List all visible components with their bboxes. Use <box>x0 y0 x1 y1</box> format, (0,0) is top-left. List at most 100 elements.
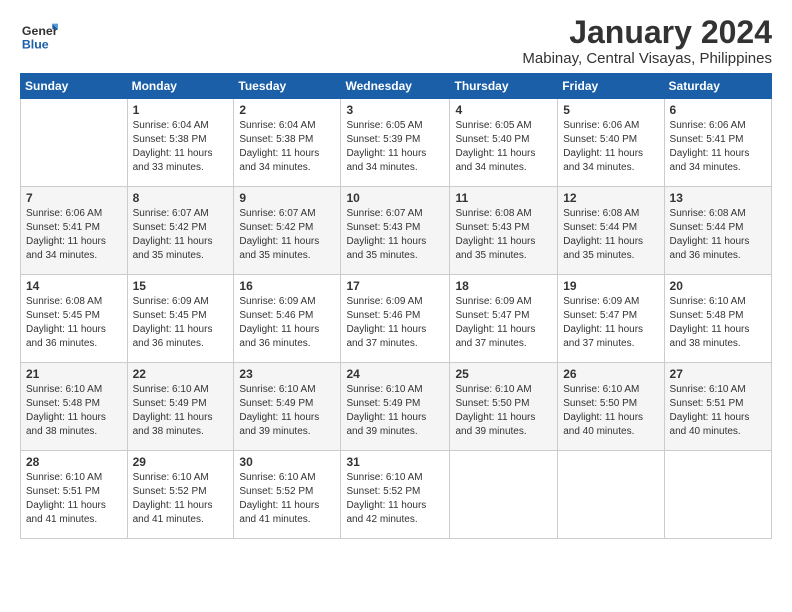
day-number: 23 <box>239 367 335 381</box>
day-number: 17 <box>346 279 444 293</box>
day-number: 28 <box>26 455 122 469</box>
table-cell: 15 Sunrise: 6:09 AMSunset: 5:45 PMDaylig… <box>127 275 234 363</box>
day-info: Sunrise: 6:10 AMSunset: 5:48 PMDaylight:… <box>26 384 106 437</box>
month-title: January 2024 <box>522 16 772 48</box>
location-title: Mabinay, Central Visayas, Philippines <box>522 50 772 67</box>
day-number: 31 <box>346 455 444 469</box>
day-info: Sunrise: 6:07 AMSunset: 5:43 PMDaylight:… <box>346 208 426 261</box>
day-number: 29 <box>133 455 229 469</box>
week-row-1: 1 Sunrise: 6:04 AMSunset: 5:38 PMDayligh… <box>21 99 772 187</box>
table-cell <box>21 99 128 187</box>
header-tuesday: Tuesday <box>234 74 341 99</box>
table-cell: 2 Sunrise: 6:04 AMSunset: 5:38 PMDayligh… <box>234 99 341 187</box>
header-thursday: Thursday <box>450 74 558 99</box>
table-cell: 23 Sunrise: 6:10 AMSunset: 5:49 PMDaylig… <box>234 363 341 451</box>
day-info: Sunrise: 6:05 AMSunset: 5:40 PMDaylight:… <box>455 120 535 173</box>
day-info: Sunrise: 6:08 AMSunset: 5:44 PMDaylight:… <box>563 208 643 261</box>
day-number: 20 <box>670 279 766 293</box>
day-number: 4 <box>455 103 552 117</box>
table-cell: 9 Sunrise: 6:07 AMSunset: 5:42 PMDayligh… <box>234 187 341 275</box>
day-number: 15 <box>133 279 229 293</box>
table-cell: 1 Sunrise: 6:04 AMSunset: 5:38 PMDayligh… <box>127 99 234 187</box>
table-cell: 19 Sunrise: 6:09 AMSunset: 5:47 PMDaylig… <box>558 275 664 363</box>
table-cell: 3 Sunrise: 6:05 AMSunset: 5:39 PMDayligh… <box>341 99 450 187</box>
header-saturday: Saturday <box>664 74 771 99</box>
logo-area: General Blue <box>20 16 58 54</box>
table-cell <box>558 451 664 539</box>
day-number: 18 <box>455 279 552 293</box>
day-number: 2 <box>239 103 335 117</box>
week-row-3: 14 Sunrise: 6:08 AMSunset: 5:45 PMDaylig… <box>21 275 772 363</box>
day-number: 11 <box>455 191 552 205</box>
header: General Blue January 2024 Mabinay, Centr… <box>20 16 772 67</box>
table-cell: 17 Sunrise: 6:09 AMSunset: 5:46 PMDaylig… <box>341 275 450 363</box>
table-cell: 28 Sunrise: 6:10 AMSunset: 5:51 PMDaylig… <box>21 451 128 539</box>
day-number: 13 <box>670 191 766 205</box>
table-cell <box>664 451 771 539</box>
day-number: 10 <box>346 191 444 205</box>
day-info: Sunrise: 6:04 AMSunset: 5:38 PMDaylight:… <box>239 120 319 173</box>
weekday-header-row: Sunday Monday Tuesday Wednesday Thursday… <box>21 74 772 99</box>
logo-icon: General Blue <box>20 16 58 54</box>
day-info: Sunrise: 6:08 AMSunset: 5:45 PMDaylight:… <box>26 296 106 349</box>
day-number: 1 <box>133 103 229 117</box>
day-info: Sunrise: 6:05 AMSunset: 5:39 PMDaylight:… <box>346 120 426 173</box>
day-info: Sunrise: 6:07 AMSunset: 5:42 PMDaylight:… <box>133 208 213 261</box>
day-info: Sunrise: 6:10 AMSunset: 5:50 PMDaylight:… <box>455 384 535 437</box>
table-cell: 14 Sunrise: 6:08 AMSunset: 5:45 PMDaylig… <box>21 275 128 363</box>
day-info: Sunrise: 6:10 AMSunset: 5:52 PMDaylight:… <box>346 472 426 525</box>
header-wednesday: Wednesday <box>341 74 450 99</box>
table-cell: 29 Sunrise: 6:10 AMSunset: 5:52 PMDaylig… <box>127 451 234 539</box>
table-cell: 27 Sunrise: 6:10 AMSunset: 5:51 PMDaylig… <box>664 363 771 451</box>
day-info: Sunrise: 6:10 AMSunset: 5:52 PMDaylight:… <box>239 472 319 525</box>
day-info: Sunrise: 6:10 AMSunset: 5:48 PMDaylight:… <box>670 296 750 349</box>
page: General Blue January 2024 Mabinay, Centr… <box>0 0 792 549</box>
day-info: Sunrise: 6:09 AMSunset: 5:47 PMDaylight:… <box>455 296 535 349</box>
table-cell: 12 Sunrise: 6:08 AMSunset: 5:44 PMDaylig… <box>558 187 664 275</box>
day-number: 30 <box>239 455 335 469</box>
table-cell: 31 Sunrise: 6:10 AMSunset: 5:52 PMDaylig… <box>341 451 450 539</box>
table-cell <box>450 451 558 539</box>
day-number: 16 <box>239 279 335 293</box>
table-cell: 5 Sunrise: 6:06 AMSunset: 5:40 PMDayligh… <box>558 99 664 187</box>
table-cell: 18 Sunrise: 6:09 AMSunset: 5:47 PMDaylig… <box>450 275 558 363</box>
day-info: Sunrise: 6:06 AMSunset: 5:41 PMDaylight:… <box>26 208 106 261</box>
day-info: Sunrise: 6:08 AMSunset: 5:44 PMDaylight:… <box>670 208 750 261</box>
day-info: Sunrise: 6:10 AMSunset: 5:51 PMDaylight:… <box>670 384 750 437</box>
day-info: Sunrise: 6:10 AMSunset: 5:49 PMDaylight:… <box>239 384 319 437</box>
day-number: 21 <box>26 367 122 381</box>
day-info: Sunrise: 6:04 AMSunset: 5:38 PMDaylight:… <box>133 120 213 173</box>
day-number: 25 <box>455 367 552 381</box>
table-cell: 16 Sunrise: 6:09 AMSunset: 5:46 PMDaylig… <box>234 275 341 363</box>
day-number: 26 <box>563 367 658 381</box>
week-row-4: 21 Sunrise: 6:10 AMSunset: 5:48 PMDaylig… <box>21 363 772 451</box>
header-monday: Monday <box>127 74 234 99</box>
day-number: 8 <box>133 191 229 205</box>
table-cell: 25 Sunrise: 6:10 AMSunset: 5:50 PMDaylig… <box>450 363 558 451</box>
week-row-5: 28 Sunrise: 6:10 AMSunset: 5:51 PMDaylig… <box>21 451 772 539</box>
table-cell: 7 Sunrise: 6:06 AMSunset: 5:41 PMDayligh… <box>21 187 128 275</box>
table-cell: 13 Sunrise: 6:08 AMSunset: 5:44 PMDaylig… <box>664 187 771 275</box>
day-info: Sunrise: 6:10 AMSunset: 5:51 PMDaylight:… <box>26 472 106 525</box>
day-info: Sunrise: 6:09 AMSunset: 5:45 PMDaylight:… <box>133 296 213 349</box>
header-friday: Friday <box>558 74 664 99</box>
day-number: 22 <box>133 367 229 381</box>
day-info: Sunrise: 6:10 AMSunset: 5:49 PMDaylight:… <box>346 384 426 437</box>
table-cell: 4 Sunrise: 6:05 AMSunset: 5:40 PMDayligh… <box>450 99 558 187</box>
day-number: 5 <box>563 103 658 117</box>
day-info: Sunrise: 6:10 AMSunset: 5:52 PMDaylight:… <box>133 472 213 525</box>
day-info: Sunrise: 6:08 AMSunset: 5:43 PMDaylight:… <box>455 208 535 261</box>
table-cell: 24 Sunrise: 6:10 AMSunset: 5:49 PMDaylig… <box>341 363 450 451</box>
day-number: 24 <box>346 367 444 381</box>
day-info: Sunrise: 6:06 AMSunset: 5:41 PMDaylight:… <box>670 120 750 173</box>
day-info: Sunrise: 6:09 AMSunset: 5:46 PMDaylight:… <box>239 296 319 349</box>
table-cell: 30 Sunrise: 6:10 AMSunset: 5:52 PMDaylig… <box>234 451 341 539</box>
day-number: 19 <box>563 279 658 293</box>
day-info: Sunrise: 6:10 AMSunset: 5:50 PMDaylight:… <box>563 384 643 437</box>
day-info: Sunrise: 6:09 AMSunset: 5:46 PMDaylight:… <box>346 296 426 349</box>
day-info: Sunrise: 6:09 AMSunset: 5:47 PMDaylight:… <box>563 296 643 349</box>
day-number: 7 <box>26 191 122 205</box>
day-number: 14 <box>26 279 122 293</box>
table-cell: 10 Sunrise: 6:07 AMSunset: 5:43 PMDaylig… <box>341 187 450 275</box>
table-cell: 11 Sunrise: 6:08 AMSunset: 5:43 PMDaylig… <box>450 187 558 275</box>
